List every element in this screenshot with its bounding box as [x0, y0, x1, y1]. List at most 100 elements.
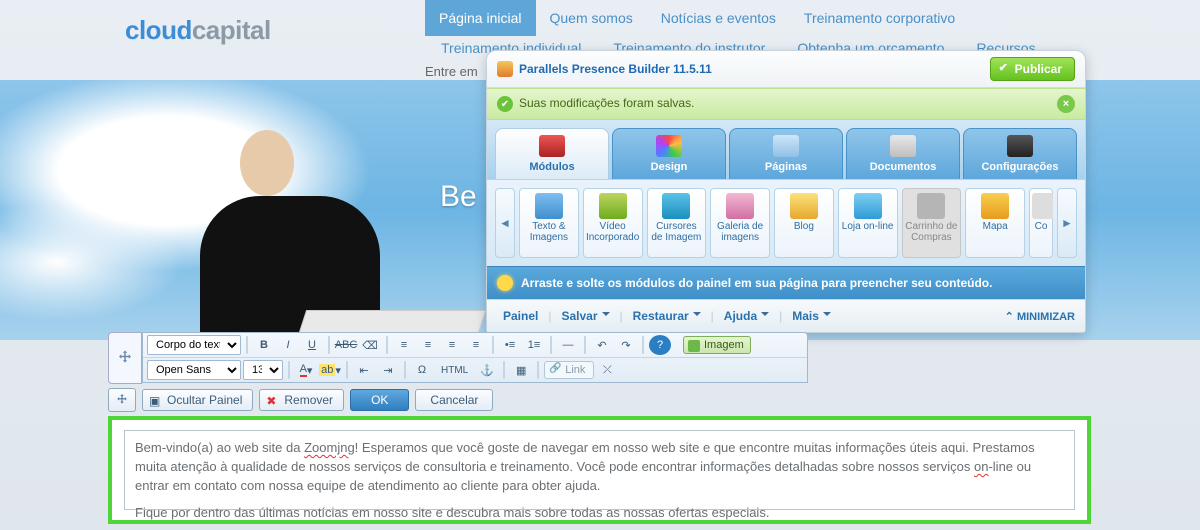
tab-settings[interactable]: Configurações: [963, 128, 1077, 179]
drag-hint: Arraste e solte os módulos do painel em …: [487, 266, 1085, 299]
store-icon: [854, 193, 882, 219]
align-center-button[interactable]: ≡: [417, 335, 439, 355]
hide-panel-button[interactable]: ▣Ocultar Painel: [142, 389, 253, 411]
builder-panel: Parallels Presence Builder 11.5.11 Publi…: [486, 50, 1086, 333]
builder-title: Parallels Presence Builder 11.5.11: [519, 62, 712, 76]
hr-button[interactable]: —: [557, 335, 579, 355]
documents-icon: [890, 135, 916, 157]
ok-button[interactable]: OK: [350, 389, 409, 411]
underline-button[interactable]: U: [301, 335, 323, 355]
panel-icon: ▣: [149, 394, 160, 408]
design-icon: [656, 135, 682, 157]
align-justify-button[interactable]: ≡: [465, 335, 487, 355]
special-char-button[interactable]: Ω: [411, 360, 433, 380]
tab-design[interactable]: Design: [612, 128, 726, 179]
slider-icon: [662, 193, 690, 219]
font-size-select[interactable]: 13: [243, 360, 283, 380]
paragraph-style-select[interactable]: Corpo do texto: [147, 335, 241, 355]
more-link[interactable]: Mais: [786, 306, 837, 326]
insert-image-button[interactable]: Imagem: [683, 336, 751, 354]
unlink-button[interactable]: ⤫: [596, 360, 618, 380]
tab-pages[interactable]: Páginas: [729, 128, 843, 179]
nav-corp-training[interactable]: Treinamento corporativo: [790, 0, 969, 36]
save-link[interactable]: Salvar: [555, 306, 615, 326]
indent-button[interactable]: ⇥: [377, 360, 399, 380]
module-gallery[interactable]: Galeria de imagens: [710, 188, 770, 258]
tab-modules[interactable]: Módulos: [495, 128, 609, 179]
move-icon: [116, 349, 134, 367]
align-right-button[interactable]: ≡: [441, 335, 463, 355]
delete-icon: ✖: [266, 394, 276, 408]
nav-about[interactable]: Quem somos: [536, 0, 647, 36]
chevron-down-icon: [761, 312, 769, 320]
strike-button[interactable]: ABC: [335, 335, 357, 355]
outdent-button[interactable]: ⇤: [353, 360, 375, 380]
toolbar-move-handle[interactable]: [108, 332, 142, 384]
nav-news[interactable]: Notícias e eventos: [647, 0, 790, 36]
content-paragraph-1[interactable]: Bem-vindo(a) ao web site da Zoomjng! Esp…: [135, 439, 1064, 496]
module-sliders[interactable]: Cursores de Imagem: [647, 188, 707, 258]
move-block-button[interactable]: [108, 388, 136, 412]
module-text-images[interactable]: Texto & Imagens: [519, 188, 579, 258]
align-left-button[interactable]: ≡: [393, 335, 415, 355]
list-ul-button[interactable]: •≡: [499, 335, 521, 355]
help-link[interactable]: Ajuda: [718, 306, 775, 326]
saved-message: ✔Suas modificações foram salvas.: [497, 96, 694, 113]
scroll-right-button[interactable]: ►: [1057, 188, 1077, 258]
dismiss-saved-button[interactable]: ×: [1057, 95, 1075, 113]
html-source-button[interactable]: HTML: [435, 360, 474, 380]
highlight-button[interactable]: ab▾: [319, 360, 341, 380]
font-family-select[interactable]: Open Sans: [147, 360, 241, 380]
panel-link[interactable]: Painel: [497, 306, 544, 326]
italic-button[interactable]: I: [277, 335, 299, 355]
check-icon: ✔: [497, 96, 513, 112]
help-icon-button[interactable]: ?: [649, 335, 671, 355]
remove-button[interactable]: ✖Remover: [259, 389, 344, 411]
hero-person-image: [180, 100, 430, 340]
content-editor[interactable]: Bem-vindo(a) ao web site da Zoomjng! Esp…: [108, 416, 1091, 524]
pages-icon: [773, 135, 799, 157]
map-icon: [981, 193, 1009, 219]
cart-icon: [917, 193, 945, 219]
insert-link-button[interactable]: Link: [544, 361, 594, 379]
modules-icon: [539, 135, 565, 157]
site-logo: cloudcapital: [125, 15, 271, 46]
chevron-down-icon: [602, 312, 610, 320]
undo-button[interactable]: ↶: [591, 335, 613, 355]
bold-button[interactable]: B: [253, 335, 275, 355]
publish-button[interactable]: Publicar: [990, 57, 1075, 81]
text-images-icon: [535, 193, 563, 219]
hero-headline: Be: [440, 180, 477, 214]
module-cart: Carrinho de Compras: [902, 188, 962, 258]
font-color-button[interactable]: A▾: [295, 360, 317, 380]
module-map[interactable]: Mapa: [965, 188, 1025, 258]
redo-button[interactable]: ↷: [615, 335, 637, 355]
move-icon: [115, 393, 129, 407]
minimize-link[interactable]: MINIMIZAR: [1005, 310, 1075, 323]
module-store[interactable]: Loja on-line: [838, 188, 898, 258]
more-icon: [1032, 193, 1053, 219]
clear-format-button[interactable]: ⌫: [359, 335, 381, 355]
cancel-button[interactable]: Cancelar: [415, 389, 493, 411]
content-paragraph-2[interactable]: Fique por dentro das últimas notícias em…: [135, 504, 1064, 523]
module-video[interactable]: Vídeo Incorporado: [583, 188, 643, 258]
anchor-button[interactable]: ⚓: [476, 360, 498, 380]
table-button[interactable]: ▦: [510, 360, 532, 380]
list-ol-button[interactable]: 1≡: [523, 335, 545, 355]
module-blog[interactable]: Blog: [774, 188, 834, 258]
module-more[interactable]: Co: [1029, 188, 1053, 258]
builder-app-icon: [497, 61, 513, 77]
scroll-left-button[interactable]: ◄: [495, 188, 515, 258]
video-icon: [599, 193, 627, 219]
close-icon: ×: [1063, 98, 1069, 110]
restore-link[interactable]: Restaurar: [627, 306, 707, 326]
chevron-down-icon: [823, 312, 831, 320]
tab-documents[interactable]: Documentos: [846, 128, 960, 179]
settings-icon: [1007, 135, 1033, 157]
blog-icon: [790, 193, 818, 219]
lightbulb-icon: [497, 275, 513, 291]
nav-home[interactable]: Página inicial: [425, 0, 536, 36]
primary-nav: Página inicial Quem somos Notícias e eve…: [425, 0, 969, 36]
chevron-down-icon: [693, 312, 701, 320]
gallery-icon: [726, 193, 754, 219]
